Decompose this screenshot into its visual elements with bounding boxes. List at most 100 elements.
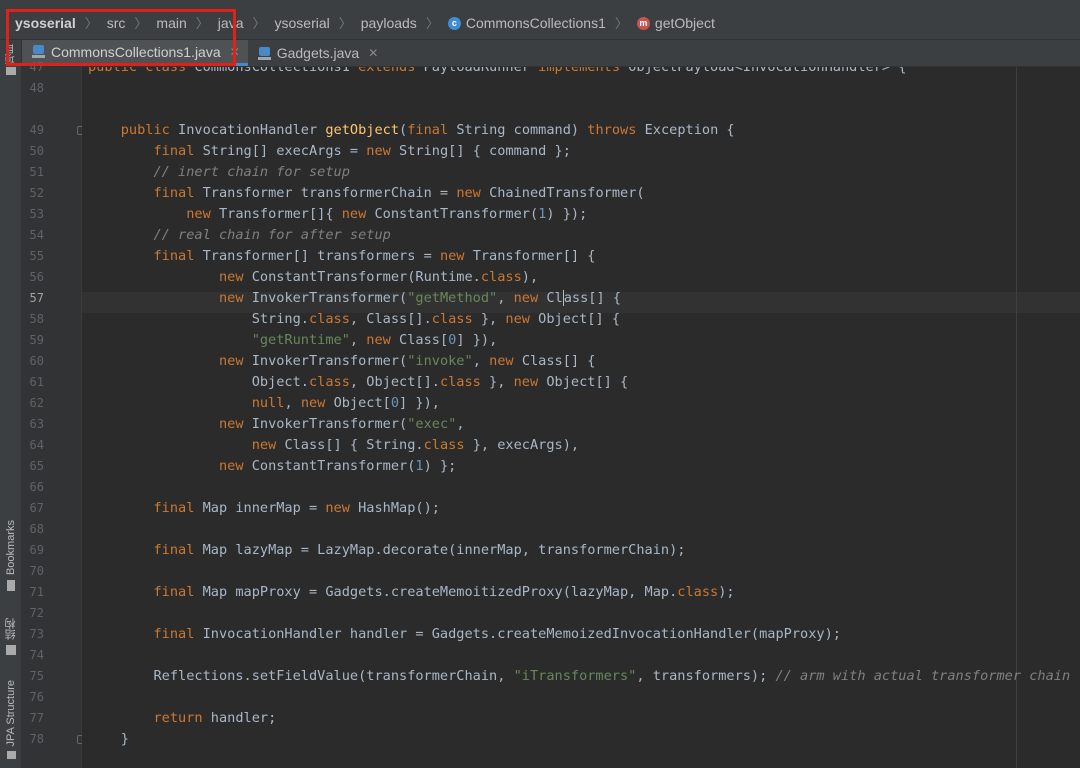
line-number: 74 (29, 648, 44, 662)
line-number: 51 (29, 165, 44, 179)
code-token: Class[] { String. (284, 437, 424, 453)
code-line: final Map lazyMap = LazyMap.decorate(inn… (88, 540, 685, 561)
breadcrumb-item-package[interactable]: ysoserial (273, 15, 332, 31)
line-number: 55 (29, 249, 44, 263)
line-number: 64 (29, 438, 44, 452)
jpa-icon (6, 751, 16, 760)
code-line: final Transformer transformerChain = new… (88, 183, 644, 204)
code-token: String[] { command }; (399, 143, 571, 159)
code-token: ] }), (399, 395, 440, 411)
breadcrumb-method-label: getObject (654, 14, 715, 31)
close-icon[interactable]: ✕ (230, 45, 240, 59)
code-token: "getRuntime" (251, 332, 350, 348)
close-icon[interactable]: ✕ (368, 46, 378, 60)
code-token: Object[ (333, 395, 391, 411)
code-token: class (308, 374, 350, 390)
line-number: 72 (29, 606, 44, 620)
breadcrumb-item-project[interactable]: ysoserial (13, 15, 78, 31)
code-line: final String[] execArgs = new String[] {… (88, 141, 571, 162)
code-token: "getMethod" (407, 290, 498, 306)
code-token: class (439, 374, 490, 390)
code-token: Class[] { (521, 353, 596, 369)
chevron-right-icon: 〉 (195, 16, 209, 31)
code-line: new ConstantTransformer(Runtime.class), (88, 267, 538, 288)
code-token: } (88, 731, 129, 747)
code-token: Object[] { (546, 374, 629, 390)
code-token: new (366, 143, 400, 159)
code-token: final (153, 500, 203, 516)
code-editor[interactable]: public class CommonsCollections1 extends… (82, 67, 1080, 768)
code-line: return handler; (88, 708, 276, 729)
code-line: final Map innerMap = new HashMap(); (88, 498, 439, 519)
line-number: 77 (29, 711, 44, 725)
code-token: Transformer transformerChain = (202, 185, 457, 201)
code-token: final (153, 584, 203, 600)
breadcrumb-item-main[interactable]: main (154, 15, 188, 31)
code-token: "iTransformers" (513, 668, 637, 684)
line-number: 61 (29, 375, 44, 389)
folder-icon (6, 67, 16, 75)
breadcrumb-item-method[interactable]: m getObject (635, 15, 717, 31)
code-line: public InvocationHandler getObject(final… (88, 120, 735, 141)
bookmark-icon (7, 580, 15, 592)
tab-commonscollections1[interactable]: CommonsCollections1.java ✕ (22, 40, 248, 66)
code-token: new (218, 290, 252, 306)
code-token: String command) (456, 122, 588, 138)
line-number: 76 (29, 690, 44, 704)
code-token: class (308, 311, 350, 327)
code-token: implements (538, 67, 629, 75)
code-token: Class[ (399, 332, 449, 348)
code-token: , Class[]. (349, 311, 432, 327)
line-number: 58 (29, 312, 44, 326)
code-line: new InvokerTransformer("getMethod", new … (88, 288, 621, 309)
tool-window-jpa-structure[interactable]: JPA Structure (0, 680, 22, 760)
java-file-icon (257, 46, 271, 60)
chevron-right-icon: 〉 (134, 16, 148, 31)
code-token: final (153, 248, 203, 264)
line-number: 59 (29, 333, 44, 347)
code-token: Transformer[]{ (218, 206, 342, 222)
code-token: new (218, 458, 252, 474)
code-line: new Transformer[]{ new ConstantTransform… (88, 204, 587, 225)
code-token: new (341, 206, 375, 222)
tool-window-bookmarks[interactable]: Bookmarks (0, 520, 22, 592)
breadcrumb-item-src[interactable]: src (105, 15, 128, 31)
chevron-right-icon: 〉 (338, 16, 352, 31)
code-token: new (251, 437, 285, 453)
code-token: , transformers); (636, 668, 776, 684)
code-token: Map mapProxy = Gadgets.createMemoitizedP… (202, 584, 678, 600)
breadcrumb-item-class[interactable]: c CommonsCollections1 (446, 15, 608, 31)
tool-window-structure[interactable]: 结构 (0, 618, 22, 655)
code-token: Reflections.setFieldValue(transformerCha… (153, 668, 514, 684)
code-token: null (251, 395, 285, 411)
code-line: "getRuntime", new Class[0] }), (88, 330, 498, 351)
code-token: ] }), (456, 332, 498, 348)
tool-window-project[interactable]: 项目 (0, 44, 22, 75)
code-token: Object. (251, 374, 309, 390)
jpa-structure-label: JPA Structure (5, 680, 17, 747)
breadcrumb-item-payloads[interactable]: payloads (359, 15, 419, 31)
code-token: new (325, 500, 359, 516)
breadcrumb-item-java[interactable]: java (216, 15, 246, 31)
left-tool-window-strip: 项目 Bookmarks 结构 JPA Structure (0, 40, 22, 768)
code-token: , (349, 332, 367, 348)
line-number-gutter[interactable]: 47 48 49 50 51 52 53 54 55 56 57 58 59 60 61 62 63 64 65 66… (22, 60, 86, 768)
line-number: 67 (29, 501, 44, 515)
line-number: 47 (29, 60, 44, 74)
code-token: Transformer[] { (472, 248, 596, 264)
right-margin-guide (1016, 67, 1017, 768)
tab-gadgets[interactable]: Gadgets.java ✕ (248, 40, 387, 66)
code-token: PayloadRunner (423, 67, 539, 75)
line-number: 52 (29, 186, 44, 200)
tab-label: Gadgets.java (276, 45, 360, 61)
code-token: final (407, 122, 457, 138)
code-token: Exception { (644, 122, 735, 138)
code-token: new (489, 353, 522, 369)
